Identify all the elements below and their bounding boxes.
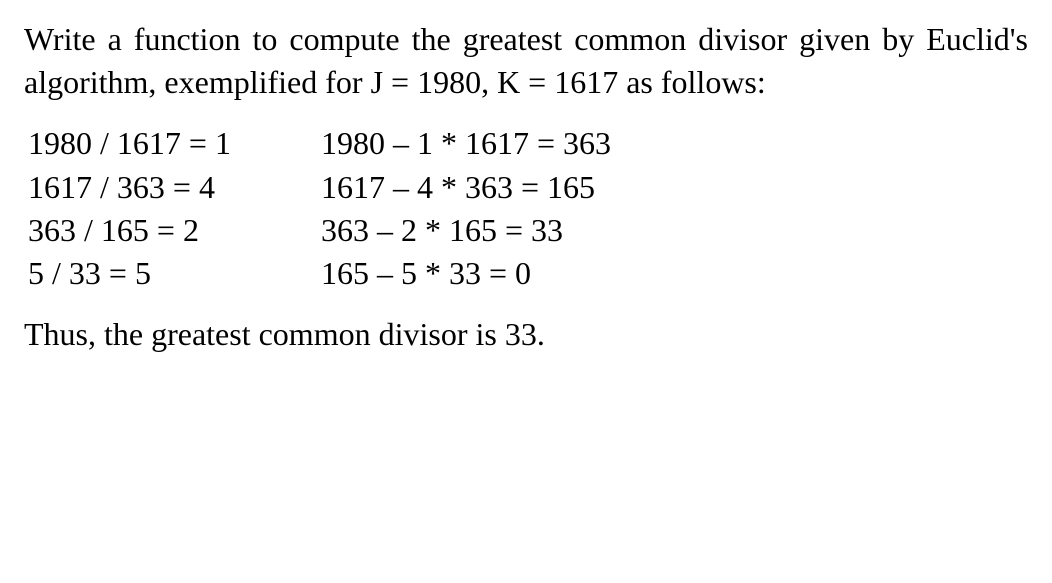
calc-line: 5 / 33 = 5 xyxy=(28,252,231,295)
right-column: 1980 – 1 * 1617 = 363 1617 – 4 * 363 = 1… xyxy=(321,122,611,295)
calc-line: 1617 / 363 = 4 xyxy=(28,166,231,209)
calc-line: 1980 – 1 * 1617 = 363 xyxy=(321,122,611,165)
calculations-block: 1980 / 1617 = 1 1617 / 363 = 4 363 / 165… xyxy=(24,122,1028,295)
conclusion-paragraph: Thus, the greatest common divisor is 33. xyxy=(24,313,1028,356)
left-column: 1980 / 1617 = 1 1617 / 363 = 4 363 / 165… xyxy=(28,122,231,295)
calc-line: 363 – 2 * 165 = 33 xyxy=(321,209,611,252)
calc-line: 1980 / 1617 = 1 xyxy=(28,122,231,165)
calc-line: 363 / 165 = 2 xyxy=(28,209,231,252)
intro-paragraph: Write a function to compute the greatest… xyxy=(24,18,1028,104)
calc-line: 165 – 5 * 33 = 0 xyxy=(321,252,611,295)
calc-line: 1617 – 4 * 363 = 165 xyxy=(321,166,611,209)
